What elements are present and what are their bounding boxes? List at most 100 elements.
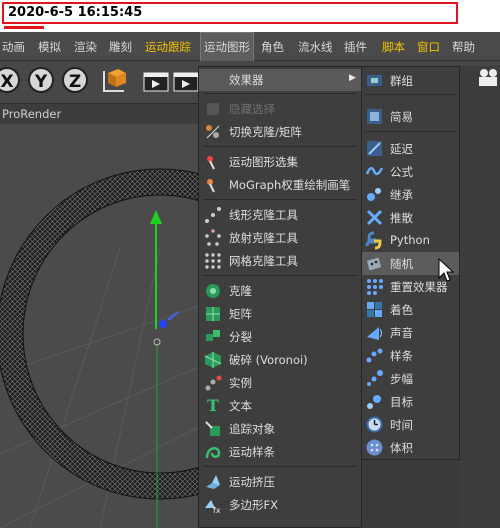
menu-item-tracer[interactable]: 追踪对象 <box>199 418 361 440</box>
formula-effector-icon <box>365 166 384 176</box>
menu-item-linear-clone-tool[interactable]: 线形克隆工具 <box>199 204 361 226</box>
menu-item-toggle-clone-matrix[interactable]: 切换克隆/矩阵 <box>199 121 361 143</box>
menu-item-instance[interactable]: 实例 <box>199 372 361 394</box>
menu-item-voronoi-fracture[interactable]: 破碎 (Voronoi) <box>199 349 361 371</box>
submenu-item-group[interactable]: 群组 <box>362 69 459 92</box>
moextrude-icon <box>206 475 220 489</box>
submenu-item-sound[interactable]: 声音 <box>362 321 459 344</box>
separator <box>203 275 357 276</box>
submenu-item-formula[interactable]: 公式 <box>362 160 459 183</box>
menu-sculpt[interactable]: 雕刻 <box>109 39 132 55</box>
camera-icon[interactable] <box>476 66 500 90</box>
mograph-menu: 效果器 ▶ 隐藏选择 切换克隆/矩阵 运动图形选集 MoGraph权重绘制画笔 … <box>198 66 362 528</box>
menu-pipeline[interactable]: 流水线 <box>298 39 333 55</box>
menu-item-effector[interactable]: 效果器 ▶ <box>199 69 361 91</box>
menu-character[interactable]: 角色 <box>261 39 284 55</box>
group-effector-icon <box>367 75 382 86</box>
submenu-item-shader[interactable]: 着色 <box>362 298 459 321</box>
step-effector-icon <box>367 370 383 386</box>
submenu-arrow-icon: ▶ <box>349 73 356 83</box>
submenu-item-python[interactable]: Python <box>362 229 459 252</box>
python-effector-icon <box>365 231 382 250</box>
polyfx-icon: fx <box>205 500 221 514</box>
submenu-item-plain[interactable]: 简易 <box>362 105 459 128</box>
menu-item-radial-clone-tool[interactable]: 放射克隆工具 <box>199 227 361 249</box>
submenu-item-inheritance[interactable]: 继承 <box>362 183 459 206</box>
axis-x-button[interactable]: X <box>0 67 20 93</box>
menu-help[interactable]: 帮助 <box>452 39 475 55</box>
menu-simulate[interactable]: 模拟 <box>38 39 61 55</box>
submenu-item-spline[interactable]: 样条 <box>362 344 459 367</box>
menu-item-matrix[interactable]: 矩阵 <box>199 303 361 325</box>
menu-animate[interactable]: 动画 <box>2 39 25 55</box>
random-effector-icon <box>366 257 382 271</box>
separator <box>203 93 357 94</box>
menu-item-weight-paint-brush[interactable]: MoGraph权重绘制画笔 <box>199 174 361 196</box>
mospline-icon <box>205 447 221 459</box>
separator <box>365 94 456 95</box>
voronoi-fracture-icon <box>204 352 222 368</box>
mograph-selection-icon <box>207 156 215 170</box>
linear-clone-icon <box>205 207 221 223</box>
menu-motion-tracking[interactable]: 运动跟踪 <box>145 39 191 55</box>
submenu-item-volume[interactable]: 体积 <box>362 436 459 459</box>
right-panel <box>460 66 500 528</box>
mouse-cursor-icon <box>438 258 454 282</box>
menu-render[interactable]: 渲染 <box>74 39 97 55</box>
instance-icon <box>205 375 222 391</box>
axis-y-button[interactable]: Y <box>28 67 54 93</box>
submenu-item-step[interactable]: 步幅 <box>362 367 459 390</box>
target-effector-icon <box>367 395 381 409</box>
render-view-icon[interactable] <box>142 67 170 95</box>
toggle-clone-matrix-icon <box>206 125 220 139</box>
submenu-item-time[interactable]: 时间 <box>362 413 459 436</box>
menu-item-cloner[interactable]: 克隆 <box>199 280 361 302</box>
menu-item-mospline[interactable]: 运动样条 <box>199 441 361 463</box>
separator <box>203 466 357 467</box>
matrix-icon <box>206 307 220 321</box>
renderer-label[interactable]: ProRender <box>2 107 61 121</box>
shader-effector-icon <box>367 302 382 317</box>
spline-effector-icon <box>366 348 383 363</box>
separator <box>365 131 456 132</box>
fracture-icon <box>206 330 220 341</box>
menu-item-mograph-selection[interactable]: 运动图形选集 <box>199 151 361 173</box>
cloner-icon <box>206 284 220 298</box>
timestamp-underline <box>4 26 44 29</box>
coordinate-system-icon[interactable] <box>100 67 128 95</box>
menu-item-text[interactable]: T 文本 <box>199 395 361 417</box>
sound-effector-icon <box>367 327 382 340</box>
submenu-item-delay[interactable]: 延迟 <box>362 137 459 160</box>
time-effector-icon <box>366 416 383 433</box>
menu-item-grid-clone-tool[interactable]: 网格克隆工具 <box>199 250 361 272</box>
tracer-icon <box>205 421 220 436</box>
hide-selection-icon <box>207 103 219 115</box>
menu-window[interactable]: 窗口 <box>417 39 440 55</box>
render-to-picture-viewer-icon[interactable] <box>172 67 200 95</box>
grid-clone-icon <box>205 253 221 269</box>
menu-plugins[interactable]: 插件 <box>344 39 367 55</box>
menu-script[interactable]: 脚本 <box>382 39 405 55</box>
reset-effector-icon <box>367 279 383 295</box>
delay-effector-icon <box>367 141 382 156</box>
radial-clone-icon <box>205 229 221 246</box>
svg-text:fx: fx <box>213 506 221 514</box>
weight-paint-brush-icon <box>207 179 215 193</box>
menu-item-polyfx[interactable]: fx 多边形FX <box>199 494 361 516</box>
inheritance-effector-icon <box>367 188 381 201</box>
menu-item-moextrude[interactable]: 运动挤压 <box>199 471 361 493</box>
submenu-item-pushapart[interactable]: 推散 <box>362 206 459 229</box>
viewport[interactable] <box>0 124 205 528</box>
menu-item-hide-selection[interactable]: 隐藏选择 <box>199 98 361 120</box>
axis-z-button[interactable]: Z <box>62 67 88 93</box>
pushapart-effector-icon <box>366 209 383 226</box>
menu-item-label: 效果器 <box>229 73 264 87</box>
submenu-item-target[interactable]: 目标 <box>362 390 459 413</box>
separator <box>203 199 357 200</box>
separator <box>203 146 357 147</box>
viewport-header: ProRender <box>0 104 210 124</box>
timestamp-text: 2020-6-5 16:15:45 <box>8 5 143 20</box>
text-icon: T <box>207 396 219 415</box>
menu-item-fracture[interactable]: 分裂 <box>199 326 361 348</box>
plain-effector-icon <box>367 109 382 124</box>
